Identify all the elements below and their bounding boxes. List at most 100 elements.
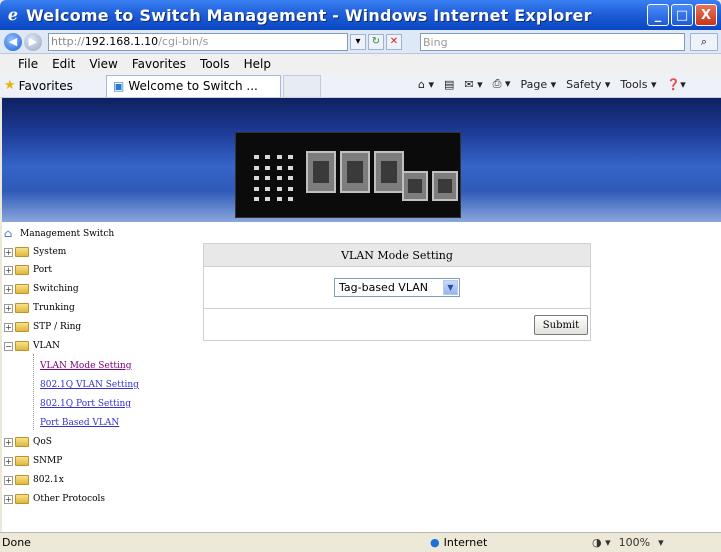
sidebar-item-label: QoS — [33, 437, 52, 447]
expand-icon[interactable]: + — [4, 284, 13, 294]
sidebar-item-trunking[interactable]: + Trunking — [4, 300, 75, 316]
address-path: /cgi-bin/s — [158, 35, 209, 48]
search-icon[interactable]: ⌕ — [690, 33, 718, 51]
page-menu[interactable]: Page ▾ — [521, 78, 557, 91]
header-banner — [2, 98, 721, 222]
expand-icon[interactable]: + — [4, 303, 13, 313]
folder-icon — [15, 284, 29, 294]
sidebar-item-label: STP / Ring — [33, 322, 82, 332]
security-zone[interactable]: ● Internet — [430, 536, 580, 549]
back-button[interactable]: ◀ — [4, 32, 22, 51]
address-toolbar: ◀ ▶ http:// 192.168.1.10 /cgi-bin/s ▾ ↻ … — [0, 30, 721, 54]
sidebar-item-label: 802.1x — [33, 475, 64, 485]
port-2-icon — [340, 151, 370, 193]
port-3-icon — [374, 151, 404, 193]
sidebar-item-vlan[interactable]: − VLAN — [4, 338, 60, 354]
folder-icon — [15, 456, 29, 466]
menu-help[interactable]: Help — [242, 57, 273, 71]
expand-icon[interactable]: + — [4, 265, 13, 275]
favorites-label: Favorites — [18, 78, 73, 93]
forward-button[interactable]: ▶ — [24, 32, 42, 51]
search-input[interactable]: Bing — [420, 33, 685, 51]
sidebar-item-label: SNMP — [33, 456, 63, 466]
window-title-bar[interactable]: ℯ Welcome to Switch Management - Windows… — [0, 0, 721, 30]
chevron-down-icon[interactable]: ▼ — [443, 279, 458, 295]
favorites-button[interactable]: ★ Favorites — [0, 78, 100, 93]
led-indicators — [254, 155, 296, 205]
folder-icon — [15, 322, 29, 332]
port-1-icon — [306, 151, 336, 193]
sidebar-link-8021q-port-setting[interactable]: 802.1Q Port Setting — [40, 396, 131, 412]
address-field[interactable]: http:// 192.168.1.10 /cgi-bin/s — [48, 32, 348, 51]
menu-file[interactable]: File — [16, 57, 40, 71]
page-content: ⌂ Management Switch + System + Port + Sw… — [0, 98, 721, 532]
sidebar-link-port-based-vlan[interactable]: Port Based VLAN — [40, 415, 119, 431]
maximize-button[interactable]: □ — [671, 4, 693, 26]
expand-icon[interactable]: + — [4, 494, 13, 504]
sidebar-item-switching[interactable]: + Switching — [4, 281, 79, 297]
sidebar-item-8021x[interactable]: + 802.1x — [4, 472, 64, 488]
collapse-icon[interactable]: − — [4, 341, 13, 351]
ie-logo-icon: ℯ — [7, 5, 19, 24]
new-tab-button[interactable] — [283, 74, 321, 97]
sidebar-item-system[interactable]: + System — [4, 244, 66, 260]
folder-icon — [15, 247, 29, 257]
refresh-icon[interactable]: ↻ — [368, 33, 384, 50]
sidebar-item-qos[interactable]: + QoS — [4, 434, 52, 450]
folder-open-icon — [15, 341, 29, 351]
expand-icon[interactable]: + — [4, 475, 13, 485]
sidebar-item-stp-ring[interactable]: + STP / Ring — [4, 319, 81, 335]
sidebar-link-vlan-mode-setting[interactable]: VLAN Mode Setting — [40, 358, 131, 374]
stop-icon[interactable]: ✕ — [386, 33, 402, 50]
folder-icon — [15, 475, 29, 485]
protected-mode-icon[interactable]: ◑ ▾ — [592, 536, 611, 549]
expand-icon[interactable]: + — [4, 247, 13, 257]
expand-icon[interactable]: + — [4, 437, 13, 447]
vlan-mode-value: Tag-based VLAN — [339, 280, 428, 294]
sidebar-link-8021q-vlan-setting[interactable]: 802.1Q VLAN Setting — [40, 377, 139, 393]
globe-icon: ● — [430, 536, 440, 549]
sidebar-item-snmp[interactable]: + SNMP — [4, 453, 62, 469]
tree-connector — [33, 354, 34, 430]
vlan-mode-select[interactable]: Tag-based VLAN ▼ — [334, 277, 460, 297]
address-host: 192.168.1.10 — [84, 35, 159, 48]
menu-tools[interactable]: Tools — [198, 57, 232, 71]
zoom-level[interactable]: 100% — [619, 536, 650, 549]
safety-menu[interactable]: Safety ▾ — [566, 78, 610, 91]
address-dropdown-button[interactable]: ▾ — [350, 33, 366, 50]
computer-icon: ⌂ — [4, 227, 13, 240]
expand-icon[interactable]: + — [4, 322, 13, 332]
sidebar-item-other-protocols[interactable]: + Other Protocols — [4, 491, 105, 507]
zoom-dropdown-icon[interactable]: ▾ — [658, 536, 664, 549]
menu-view[interactable]: View — [87, 57, 119, 71]
close-button[interactable]: X — [695, 4, 717, 26]
help-icon[interactable]: ❓▾ — [667, 78, 686, 91]
print-icon[interactable]: ⎙ ▾ — [493, 77, 511, 91]
tree-root[interactable]: ⌂ Management Switch — [4, 226, 114, 242]
window-title: Welcome to Switch Management - Windows I… — [26, 5, 592, 25]
home-icon[interactable]: ⌂ ▾ — [418, 78, 434, 91]
minimize-button[interactable]: _ — [647, 4, 669, 26]
expand-icon[interactable]: + — [4, 456, 13, 466]
tab-title: Welcome to Switch ... — [128, 79, 258, 93]
folder-icon — [15, 437, 29, 447]
tools-menu[interactable]: Tools ▾ — [620, 78, 656, 91]
port-4-icon — [402, 171, 428, 201]
mail-icon[interactable]: ✉ ▾ — [464, 78, 482, 91]
sidebar-item-port[interactable]: + Port — [4, 262, 52, 278]
tab-switch-management[interactable]: ▣ Welcome to Switch ... — [106, 74, 281, 97]
feeds-icon[interactable]: ▤ — [444, 78, 454, 91]
folder-icon — [15, 494, 29, 504]
sidebar-tree: ⌂ Management Switch + System + Port + Sw… — [2, 222, 196, 532]
sidebar-item-label: Port — [33, 265, 53, 275]
switch-panel-image — [235, 132, 461, 218]
zone-label: Internet — [443, 536, 488, 549]
folder-icon — [15, 265, 29, 275]
menu-favorites[interactable]: Favorites — [130, 57, 188, 71]
tree-root-label: Management Switch — [20, 229, 115, 239]
menu-bar: File Edit View Favorites Tools Help — [0, 54, 721, 74]
submit-button[interactable]: Submit — [534, 315, 588, 335]
vlan-mode-panel: VLAN Mode Setting Tag-based VLAN ▼ Submi… — [203, 243, 591, 341]
folder-icon — [15, 303, 29, 313]
menu-edit[interactable]: Edit — [50, 57, 77, 71]
